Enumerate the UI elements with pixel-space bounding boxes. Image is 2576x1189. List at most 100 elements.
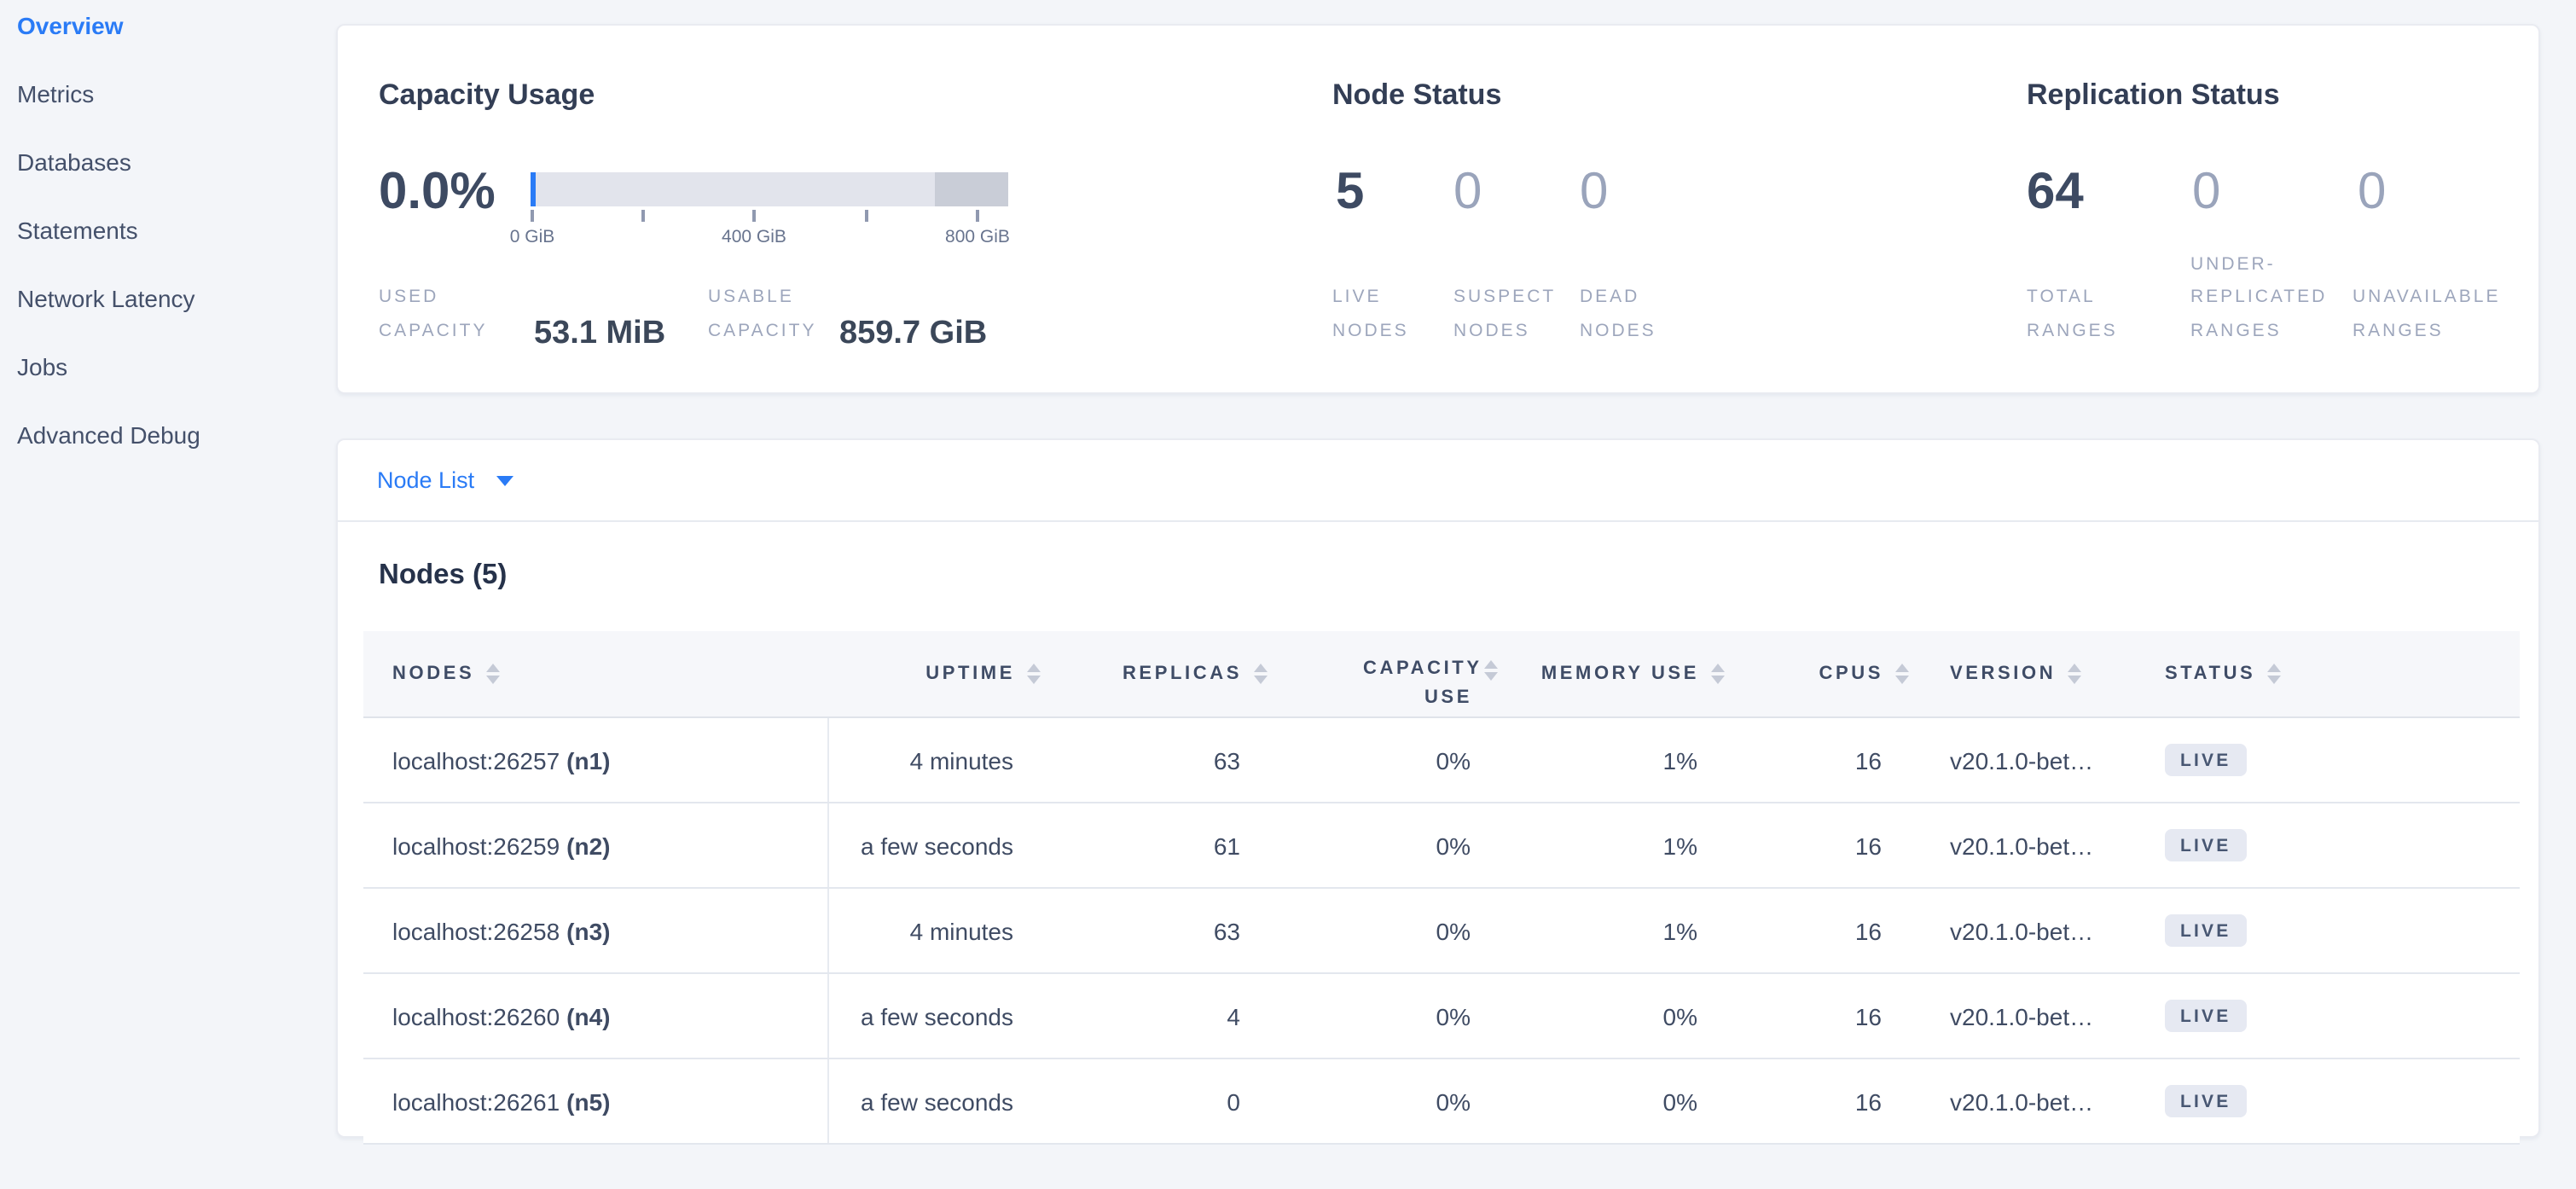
table-row[interactable]: localhost:26261(n5) a few seconds 0 0% 0… (363, 1059, 2520, 1145)
live-nodes-label: LIVE NODES (1332, 281, 1442, 348)
cpus-cell: 16 (1725, 718, 1909, 802)
cpus-cell: 16 (1725, 889, 1909, 972)
capacity-use-cell: 0% (1268, 1059, 1498, 1143)
column-header-memory-use[interactable]: MEMORY USE (1498, 664, 1725, 684)
sort-icon[interactable] (1484, 660, 1498, 681)
uptime-cell: 4 minutes (829, 718, 1041, 802)
status-cell: LIVE (2114, 974, 2520, 1058)
axis-tick (976, 210, 978, 222)
total-ranges-label: TOTAL RANGES (2027, 281, 2146, 348)
table-row[interactable]: localhost:26260(n4) a few seconds 4 0% 0… (363, 974, 2520, 1059)
sidebar-item-network-latency[interactable]: Network Latency (0, 264, 336, 333)
column-header-label: CAPACITY USE (1363, 655, 1472, 711)
node-list-dropdown-label: Node List (377, 467, 474, 493)
capacity-use-cell: 0% (1268, 889, 1498, 972)
status-cell: LIVE (2114, 803, 2520, 887)
memory-use-cell: 1% (1498, 803, 1725, 887)
column-header-replicas[interactable]: REPLICAS (1041, 664, 1268, 684)
memory-use-cell: 1% (1498, 889, 1725, 972)
memory-use-cell: 1% (1498, 718, 1725, 802)
sort-icon[interactable] (486, 664, 500, 684)
sort-icon[interactable] (2068, 664, 2081, 684)
table-row[interactable]: localhost:26259(n2) a few seconds 61 0% … (363, 803, 2520, 889)
replicas-cell: 63 (1041, 718, 1268, 802)
status-cell: LIVE (2114, 718, 2520, 802)
version-cell: v20.1.0-bet… (1909, 803, 2114, 887)
cluster-overview-page: Overview Metrics Databases Statements Ne… (0, 0, 2576, 1189)
node-id: (n1) (566, 746, 610, 774)
axis-tick (865, 210, 867, 222)
node-address: localhost:26261 (392, 1088, 560, 1115)
node-id: (n4) (566, 1002, 610, 1030)
column-header-label: REPLICAS (1123, 664, 1242, 684)
cpus-cell: 16 (1725, 1059, 1909, 1143)
nodes-count-heading: Nodes (5) (379, 560, 507, 592)
total-ranges-count: 64 (2027, 164, 2084, 220)
status-cell: LIVE (2114, 1059, 2520, 1143)
under-replicated-label: UNDER-REPLICATED RANGES (2190, 248, 2347, 348)
axis-label-0: 0 GiB (510, 227, 555, 247)
node-status-title: Node Status (1332, 78, 1501, 113)
column-header-uptime[interactable]: UPTIME (829, 664, 1041, 684)
sort-icon[interactable] (1711, 664, 1725, 684)
column-header-label: STATUS (2165, 664, 2255, 684)
sort-icon[interactable] (2267, 664, 2281, 684)
column-header-label: CPUS (1819, 664, 1883, 684)
memory-use-cell: 0% (1498, 1059, 1725, 1143)
replicas-cell: 0 (1041, 1059, 1268, 1143)
replicas-cell: 61 (1041, 803, 1268, 887)
sidebar-item-overview[interactable]: Overview (0, 0, 336, 60)
axis-label-400: 400 GiB (722, 227, 786, 247)
status-badge: LIVE (2165, 744, 2247, 777)
live-nodes-count: 5 (1336, 164, 1364, 220)
status-badge: LIVE (2165, 1000, 2247, 1033)
column-header-version[interactable]: VERSION (1909, 664, 2114, 684)
axis-tick (641, 210, 644, 222)
capacity-bar (531, 172, 1008, 206)
node-address-cell: localhost:26261(n5) (363, 1059, 829, 1143)
capacity-use-cell: 0% (1268, 718, 1498, 802)
node-address: localhost:26258 (392, 917, 560, 944)
status-cell: LIVE (2114, 889, 2520, 972)
cpus-cell: 16 (1725, 974, 1909, 1058)
version-cell: v20.1.0-bet… (1909, 718, 2114, 802)
sort-icon[interactable] (1027, 664, 1041, 684)
sidebar-item-metrics[interactable]: Metrics (0, 60, 336, 128)
table-header-row: NODES UPTIME REPLICAS CAPACITY USE MEMOR… (363, 631, 2520, 718)
node-id: (n5) (566, 1088, 610, 1115)
unavailable-count: 0 (2358, 164, 2386, 220)
replication-status-title: Replication Status (2027, 78, 2280, 113)
node-address-cell: localhost:26260(n4) (363, 974, 829, 1058)
column-header-capacity-use[interactable]: CAPACITY USE (1268, 636, 1498, 711)
sidebar-item-jobs[interactable]: Jobs (0, 333, 336, 401)
dead-nodes-count: 0 (1580, 164, 1608, 220)
column-header-status[interactable]: STATUS (2114, 664, 2520, 684)
capacity-used-fill (531, 172, 535, 206)
table-row[interactable]: localhost:26258(n3) 4 minutes 63 0% 1% 1… (363, 889, 2520, 974)
sort-icon[interactable] (1254, 664, 1268, 684)
uptime-cell: a few seconds (829, 803, 1041, 887)
dead-nodes-label: DEAD NODES (1580, 281, 1689, 348)
axis-tick (752, 210, 755, 222)
sidebar-item-databases[interactable]: Databases (0, 128, 336, 196)
unavailable-label: UNAVAILABLE RANGES (2353, 281, 2530, 348)
uptime-cell: a few seconds (829, 1059, 1041, 1143)
cluster-summary-card: Capacity Usage 0.0% 0 GiB 400 GiB 800 Gi… (336, 24, 2540, 394)
node-address: localhost:26259 (392, 832, 560, 859)
node-list-dropdown[interactable]: Node List (338, 440, 2538, 522)
capacity-usage-title: Capacity Usage (379, 78, 595, 113)
usable-capacity-value: 859.7 GiB (839, 317, 987, 350)
status-badge: LIVE (2165, 829, 2247, 862)
sidebar-item-advanced-debug[interactable]: Advanced Debug (0, 401, 336, 469)
node-address-cell: localhost:26259(n2) (363, 803, 829, 887)
chevron-down-icon (496, 475, 513, 485)
replicas-cell: 63 (1041, 889, 1268, 972)
table-row[interactable]: localhost:26257(n1) 4 minutes 63 0% 1% 1… (363, 718, 2520, 803)
sidebar-item-statements[interactable]: Statements (0, 196, 336, 264)
uptime-cell: a few seconds (829, 974, 1041, 1058)
column-header-nodes[interactable]: NODES (363, 664, 829, 684)
nodes-table: NODES UPTIME REPLICAS CAPACITY USE MEMOR… (363, 631, 2520, 1145)
column-header-cpus[interactable]: CPUS (1725, 664, 1909, 684)
sort-icon[interactable] (1895, 664, 1909, 684)
replicas-cell: 4 (1041, 974, 1268, 1058)
